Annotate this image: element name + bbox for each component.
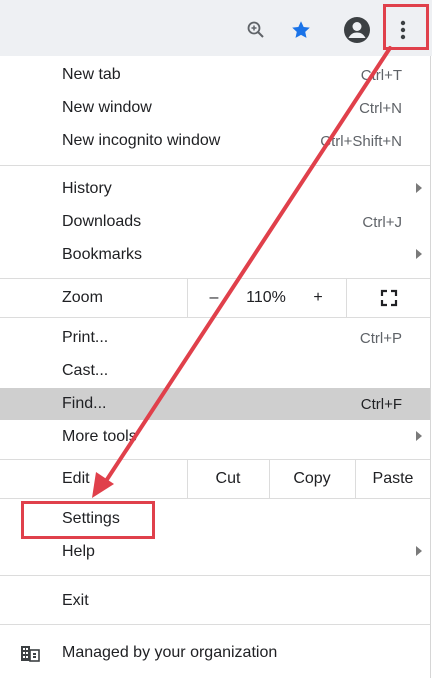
menu-divider (0, 165, 430, 166)
zoom-row: Zoom – 110% + (0, 279, 430, 317)
menu-item-label: Exit (62, 592, 89, 609)
submenu-arrow-icon (416, 183, 422, 193)
menu-item-bookmarks[interactable]: Bookmarks (0, 239, 430, 271)
menu-item-label: New tab (62, 66, 121, 83)
menu-item-exit[interactable]: Exit (0, 585, 430, 617)
menu-item-label: New incognito window (62, 132, 221, 149)
zoom-level: 110% (246, 289, 286, 306)
menu-item-label: Bookmarks (62, 246, 143, 263)
copy-button[interactable]: Copy (270, 460, 354, 498)
menu-item-label: Print... (62, 329, 109, 346)
menu-item-label: New window (62, 99, 152, 116)
zoom-label: Zoom (62, 289, 103, 306)
menu-item-history[interactable]: History (0, 173, 430, 205)
edit-label: Edit (62, 470, 90, 487)
menu-item-shortcut: Ctrl+N (359, 99, 402, 117)
bookmark-star-icon[interactable] (289, 18, 313, 42)
managed-by-organization[interactable]: Managed by your organization (0, 628, 430, 678)
profile-icon[interactable] (342, 15, 372, 45)
menu-divider (0, 317, 430, 318)
menu-item-shortcut: Ctrl+P (359, 329, 402, 347)
menu-item-label: Cast... (62, 362, 109, 379)
browser-toolbar (0, 0, 432, 56)
managed-label: Managed by your organization (62, 644, 278, 661)
fullscreen-icon (380, 289, 397, 307)
annotation-highlight-box (383, 4, 429, 50)
menu-item-shortcut: Ctrl+F (360, 395, 402, 413)
menu-divider (0, 575, 430, 576)
edit-row: Edit Cut Copy Paste (0, 460, 430, 498)
menu-item-help[interactable]: Help (0, 536, 430, 568)
menu-item-label: More tools (62, 428, 137, 445)
paste-button[interactable]: Paste (356, 460, 430, 498)
fullscreen-button[interactable] (347, 279, 430, 317)
zoom-out-button[interactable]: – (188, 279, 240, 317)
menu-item-label: Find... (62, 395, 107, 412)
annotation-highlight-box (21, 501, 155, 539)
menu-divider (0, 498, 430, 499)
menu-item-new-incognito-window[interactable]: New incognito window Ctrl+Shift+N (0, 125, 430, 157)
menu-item-print[interactable]: Print... Ctrl+P (0, 322, 430, 354)
menu-item-new-tab[interactable]: New tab Ctrl+T (0, 59, 430, 91)
menu-item-downloads[interactable]: Downloads Ctrl+J (0, 206, 430, 238)
zoom-in-button[interactable]: + (292, 279, 344, 317)
cut-button[interactable]: Cut (188, 460, 268, 498)
menu-item-label: History (62, 180, 112, 197)
building-icon (20, 644, 40, 667)
menu-item-label: Help (62, 543, 95, 560)
menu-item-shortcut: Ctrl+T (360, 66, 402, 84)
submenu-arrow-icon (416, 431, 422, 441)
menu-item-cast[interactable]: Cast... (0, 355, 430, 387)
menu-item-new-window[interactable]: New window Ctrl+N (0, 92, 430, 124)
zoom-icon[interactable] (244, 18, 268, 42)
submenu-arrow-icon (416, 249, 422, 259)
submenu-arrow-icon (416, 546, 422, 556)
menu-item-label: Downloads (62, 213, 142, 230)
menu-item-shortcut: Ctrl+Shift+N (320, 132, 402, 150)
menu-item-more-tools[interactable]: More tools (0, 421, 430, 453)
menu-item-find[interactable]: Find... Ctrl+F (0, 388, 430, 420)
menu-divider (0, 624, 430, 625)
menu-item-shortcut: Ctrl+J (362, 213, 402, 231)
